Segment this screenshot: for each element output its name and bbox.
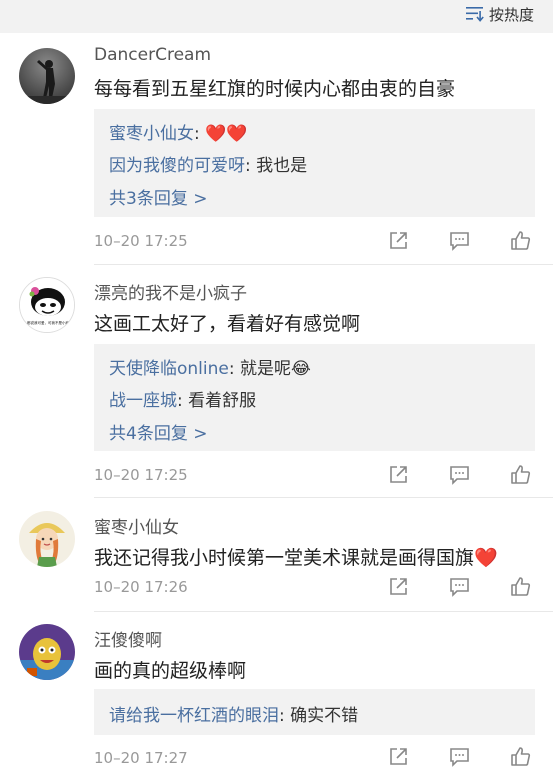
heart-emoji: ❤️ [474, 547, 498, 569]
thumbs-up-icon[interactable] [510, 464, 531, 485]
reply-text: 我也是 [256, 156, 308, 176]
view-all-replies-link[interactable]: 共4条回复 > [109, 419, 207, 444]
thumbs-up-icon[interactable] [510, 576, 531, 597]
reply-username[interactable]: 蜜枣小仙女 [109, 124, 194, 144]
share-icon[interactable] [388, 576, 409, 597]
reply-item[interactable]: 战一座城: 看着舒服 [109, 386, 256, 411]
comment-content-row: 我还记得我小时候第一堂美术课就是画得国旗❤️ [94, 543, 498, 570]
comment-actions [348, 746, 531, 767]
reply-box[interactable]: 天使降临online: 就是呢😂 战一座城: 看着舒服 共4条回复 > [94, 344, 535, 451]
comment-divider [94, 611, 553, 612]
reply-item[interactable]: 蜜枣小仙女: ❤️❤️ [109, 119, 247, 144]
reply-text: 看着舒服 [188, 391, 257, 411]
comment-divider [94, 264, 553, 265]
comment-content: 这画工太好了，看着好有感觉啊 [94, 313, 361, 335]
comment-timestamp: 10–20 17:25 [94, 232, 188, 250]
reply-username[interactable]: 因为我傻的可爱呀 [109, 156, 245, 176]
reply-item[interactable]: 天使降临online: 就是呢😂 [109, 354, 311, 379]
reply-box[interactable]: 请给我一杯红酒的眼泪: 确实不错 [94, 689, 535, 735]
comment-timestamp: 10–20 17:27 [94, 749, 188, 767]
comment-timestamp: 10–20 17:25 [94, 466, 188, 484]
thumbs-up-icon[interactable] [510, 746, 531, 767]
comment-actions [348, 576, 531, 597]
thumbs-up-icon[interactable] [510, 230, 531, 251]
reply-text: ❤️❤️ [205, 124, 248, 144]
reply-username[interactable]: 战一座城 [109, 391, 177, 411]
comment-content: 我还记得我小时候第一堂美术课就是画得国旗 [94, 547, 475, 569]
reply-username[interactable]: 天使降临online [109, 359, 229, 379]
reply-box[interactable]: 蜜枣小仙女: ❤️❤️ 因为我傻的可爱呀: 我也是 共3条回复 > [94, 109, 535, 217]
top-bar: 按热度 [0, 0, 553, 33]
reply-item[interactable]: 请给我一杯红酒的眼泪: 确实不错 [109, 701, 358, 726]
comment-username[interactable]: 漂亮的我不是小疯子 [94, 279, 247, 304]
comment-icon[interactable] [449, 576, 470, 597]
avatar[interactable]: 人都说我可爱，可我不是小疯子 [19, 277, 75, 333]
sort-icon [465, 7, 484, 22]
avatar[interactable] [19, 48, 75, 104]
reply-item[interactable]: 因为我傻的可爱呀: 我也是 [109, 151, 307, 176]
comment-actions [348, 464, 531, 485]
comment-icon[interactable] [449, 230, 470, 251]
comment-username[interactable]: 汪傻傻啊 [94, 626, 162, 651]
reply-text: 就是呢😂 [240, 359, 311, 379]
comment-actions [348, 230, 531, 251]
sort-by-hot-button[interactable]: 按热度 [465, 4, 534, 24]
comment-icon[interactable] [449, 464, 470, 485]
comment-timestamp: 10–20 17:26 [94, 578, 188, 596]
reply-text: 确实不错 [290, 706, 359, 726]
avatar[interactable] [19, 511, 75, 567]
reply-username[interactable]: 请给我一杯红酒的眼泪 [109, 706, 279, 726]
share-icon[interactable] [388, 464, 409, 485]
share-icon[interactable] [388, 230, 409, 251]
comment-content: 画的真的超级棒啊 [94, 660, 247, 682]
share-icon[interactable] [388, 746, 409, 767]
comment-divider [94, 497, 553, 498]
sort-label: 按热度 [488, 5, 534, 24]
avatar[interactable] [19, 624, 75, 680]
avatar-caption: 人都说我可爱，可我不是小疯子 [23, 321, 73, 325]
comment-username[interactable]: DancerCream [94, 45, 211, 65]
view-all-replies-link[interactable]: 共3条回复 > [109, 184, 207, 209]
comment-username[interactable]: 蜜枣小仙女 [94, 513, 179, 538]
comment-content: 每每看到五星红旗的时候内心都由衷的自豪 [94, 78, 456, 100]
comment-icon[interactable] [449, 746, 470, 767]
